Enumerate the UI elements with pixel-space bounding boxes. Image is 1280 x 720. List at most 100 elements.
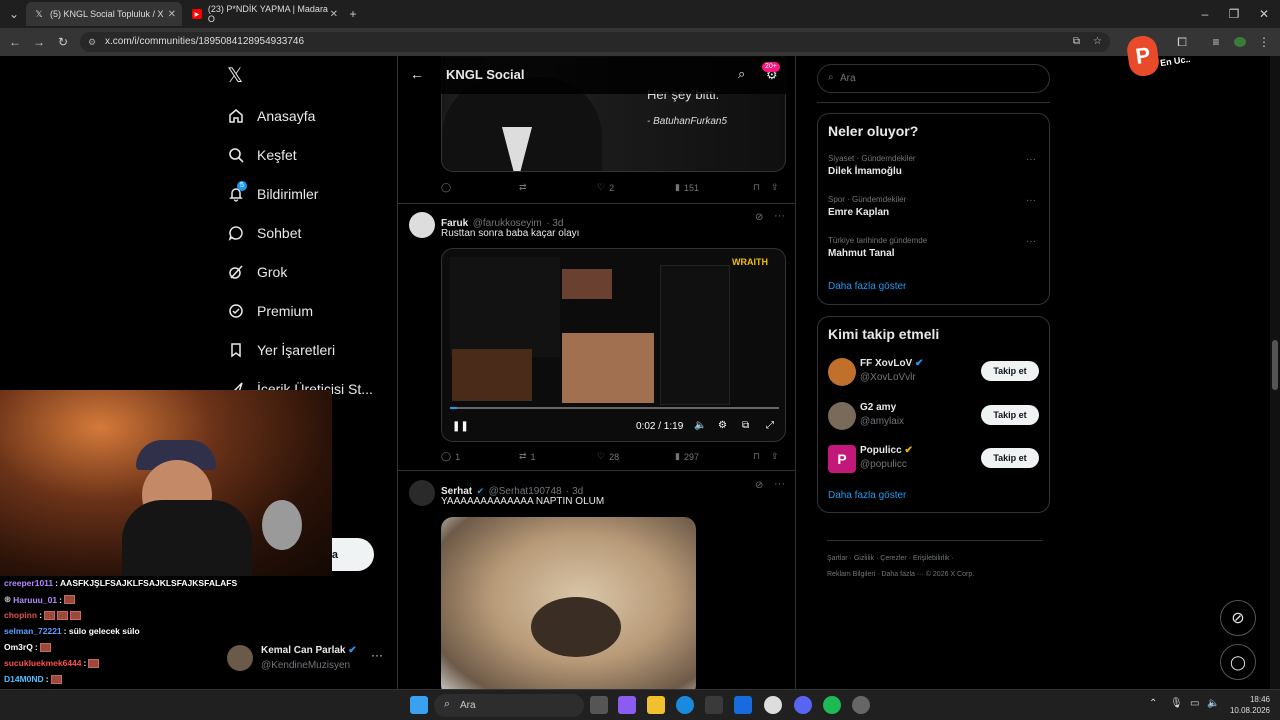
reload-icon[interactable]: ↻ (55, 34, 71, 50)
new-tab-icon[interactable]: + (345, 6, 361, 22)
site-info-icon[interactable]: ⚙ (88, 32, 96, 52)
trends-show-more[interactable]: Daha fazla göster (828, 281, 906, 292)
tray-chevron-icon[interactable]: ⌃ (1149, 698, 1157, 709)
settings-icon[interactable]: ⚙ (718, 420, 727, 431)
volume-icon[interactable]: 🔈 (1207, 698, 1219, 709)
page-scrollbar[interactable] (1270, 56, 1280, 689)
share-button[interactable]: ⇪ (771, 182, 779, 193)
follow-button[interactable]: Takip et (981, 405, 1039, 425)
back-arrow-icon[interactable]: ← (410, 66, 424, 82)
menu-icon[interactable]: ⋮ (1256, 34, 1272, 50)
maximize-icon[interactable]: ❐ (1226, 6, 1242, 22)
nav-grok[interactable]: Grok (227, 263, 287, 281)
taskbar-search[interactable]: ⌕ Ara (434, 694, 584, 717)
more-icon[interactable]: ··· (371, 648, 383, 662)
trend-item[interactable]: Türkiye tarihinde gündemde Mahmut Tanal … (828, 236, 1038, 259)
tab-list-icon[interactable]: ⌄ (6, 6, 22, 22)
microphone-icon[interactable]: 🎙 (1170, 698, 1183, 709)
minimize-icon[interactable]: – (1197, 6, 1213, 22)
reply-button[interactable]: ◯ 1 (441, 451, 519, 462)
address-bar[interactable]: ⚙ x.com/i/communities/189508412895493374… (80, 32, 1110, 52)
follow-show-more[interactable]: Daha fazla göster (828, 490, 906, 501)
follow-suggestion[interactable]: P Populicc ✔ @populicc Takip et (818, 442, 1049, 478)
bookmark-button[interactable]: ⊓ (753, 182, 771, 193)
x-logo-icon[interactable]: 𝕏 (227, 66, 247, 86)
chrome-icon[interactable] (764, 696, 782, 714)
footer-links[interactable]: Reklam Bilgileri · Daha fazla ··· © 2026… (827, 571, 974, 578)
obs-icon[interactable] (852, 696, 870, 714)
views-button[interactable]: ▮ 297 (675, 451, 753, 462)
trend-item[interactable]: Spor · Gündemdekiler Emre Kaplan ··· (828, 195, 1038, 218)
video-player[interactable]: WRAITH ❚❚ 0:02 / 1:19 🔈 ⚙ ⧉ ⤢ (441, 248, 786, 442)
retweet-button[interactable]: ⇄ (519, 182, 597, 193)
more-icon[interactable]: ··· (1026, 154, 1036, 165)
retweet-button[interactable]: ⇄ 1 (519, 451, 597, 462)
tweet[interactable]: Serhat ✔ @Serhat190748 · 3d ⊘ ··· YAAAAA… (398, 472, 795, 689)
video-progress-track[interactable] (450, 407, 779, 409)
nav-premium[interactable]: Premium (227, 302, 313, 320)
grok-icon[interactable]: ⊘ (755, 480, 763, 491)
nav-chat[interactable]: Sohbet (227, 224, 301, 242)
search-input[interactable]: ⌕ Ara (817, 64, 1050, 93)
like-button[interactable]: ♡ 28 (597, 451, 675, 462)
profile-icon[interactable] (1232, 34, 1248, 50)
more-icon[interactable]: ··· (1026, 195, 1036, 206)
spotify-icon[interactable] (823, 696, 841, 714)
reply-button[interactable]: ◯ (441, 182, 519, 193)
bookmark-star-icon[interactable]: ☆ (1093, 32, 1102, 52)
views-button[interactable]: ▮ 151 (675, 182, 753, 193)
back-icon[interactable]: ← (7, 34, 23, 50)
edge-icon[interactable] (676, 696, 694, 714)
scrollbar-thumb[interactable] (1272, 340, 1278, 390)
grok-fab-icon[interactable]: ⊘ (1220, 600, 1256, 636)
chat-message: creeper1011: AASFKJŞLFSAJKLFSAJKLSFAJKSF… (4, 578, 238, 588)
search-icon[interactable]: ⌕ (738, 66, 745, 82)
tab-kngl-social[interactable]: 𝕏 (5) KNGL Social Topluluk / X ✕ (26, 2, 182, 26)
bookmark-button[interactable]: ⊓ (753, 451, 771, 462)
windows-start-icon[interactable] (410, 696, 428, 714)
avatar[interactable] (409, 212, 435, 238)
messages-fab-icon[interactable]: ◯ (1220, 644, 1256, 680)
forward-icon[interactable]: → (31, 34, 47, 50)
nav-bookmarks[interactable]: Yer İşaretleri (227, 341, 335, 359)
nav-notifications[interactable]: 5 Bildirimler (227, 181, 318, 203)
chat-message: ⊛ Haruuu_01: (4, 594, 75, 605)
mail-icon[interactable] (734, 696, 752, 714)
share-button[interactable]: ⇪ (771, 451, 779, 462)
follow-button[interactable]: Takip et (981, 361, 1039, 381)
task-view-icon[interactable] (590, 696, 608, 714)
install-icon[interactable]: ⧉ (1073, 32, 1080, 52)
account-switcher[interactable]: Kemal Can Parlak ✔ @KendineMuzisyen ··· (227, 643, 387, 675)
window-close-icon[interactable]: ✕ (1256, 6, 1272, 22)
follow-suggestion[interactable]: FF XovLoV ✔ @XovLoVvlr Takip et (818, 355, 1049, 391)
more-icon[interactable]: ··· (774, 210, 785, 222)
tab-close-icon[interactable]: ✕ (168, 9, 176, 20)
follow-suggestion[interactable]: G2 amy @amylaix Takip et (818, 399, 1049, 435)
tweet-image-pug[interactable] (441, 517, 696, 689)
copilot-icon[interactable] (618, 696, 636, 714)
tweet[interactable]: Faruk @farukkoseyim · 3d ⊘ ··· Rusttan s… (398, 204, 795, 471)
media-icon[interactable]: ≡ (1208, 34, 1224, 50)
avatar[interactable] (409, 480, 435, 506)
tab-close-icon[interactable]: ✕ (330, 9, 338, 20)
fullscreen-icon[interactable]: ⤢ (766, 420, 774, 431)
extensions-icon[interactable]: ⧠ (1174, 34, 1190, 50)
trend-item[interactable]: Siyaset · Gündemdekiler Dilek İmamoğlu ·… (828, 154, 1038, 177)
tab-youtube[interactable]: ▶ (23) P*NDİK YAPMA | Madara O ✕ (184, 2, 344, 26)
pause-icon[interactable]: ❚❚ (452, 421, 469, 432)
follow-button[interactable]: Takip et (981, 448, 1039, 468)
popout-icon[interactable]: ⧉ (742, 420, 749, 431)
nav-explore[interactable]: Keşfet (227, 146, 297, 164)
volume-icon[interactable]: 🔈 (694, 420, 706, 431)
like-button[interactable]: ♡ 2 (597, 182, 675, 193)
clock[interactable]: 18:46 10.08.2026 (1226, 694, 1270, 716)
more-icon[interactable]: ··· (774, 478, 785, 490)
more-icon[interactable]: ··· (1026, 236, 1036, 247)
nav-home[interactable]: Anasayfa (227, 107, 315, 125)
store-icon[interactable] (705, 696, 723, 714)
discord-icon[interactable] (794, 696, 812, 714)
file-explorer-icon[interactable] (647, 696, 665, 714)
network-icon[interactable]: ▭ (1190, 698, 1199, 709)
grok-icon[interactable]: ⊘ (755, 212, 763, 223)
footer-links[interactable]: Şartlar · Gizlilik · Çerezler · Erişileb… (827, 555, 954, 562)
